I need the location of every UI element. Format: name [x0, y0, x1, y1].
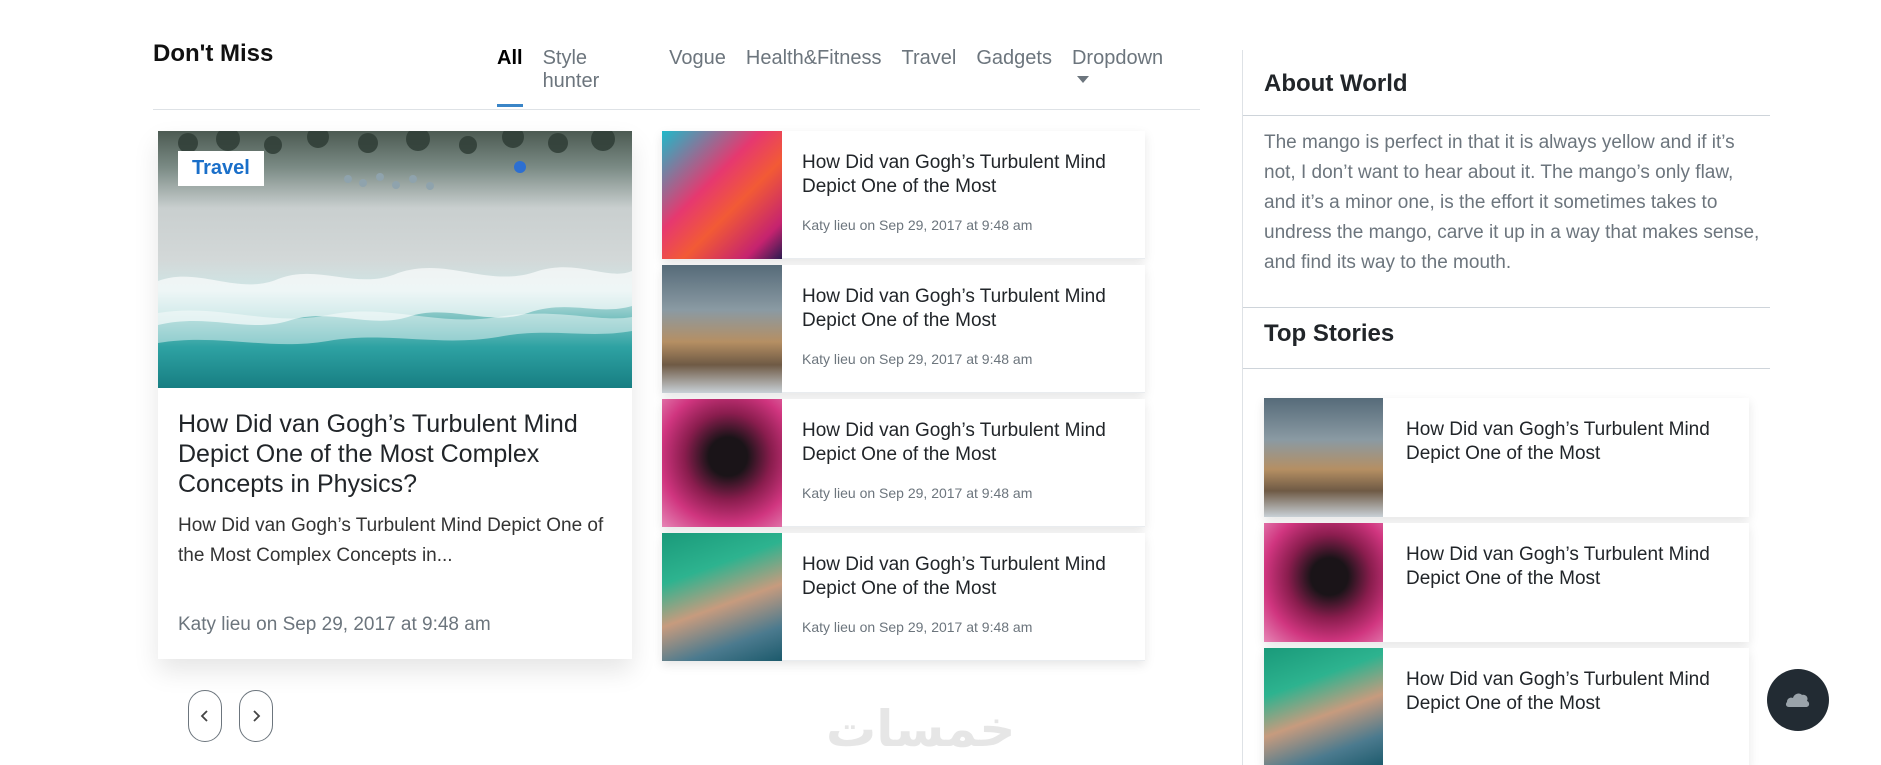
top-stories-title: Top Stories	[1264, 320, 1395, 347]
list-item[interactable]: How Did van Gogh’s Turbulent Mind Depict…	[662, 533, 1145, 661]
category-tabs: All Style hunter Vogue Health&Fitness Tr…	[497, 47, 1200, 107]
story-thumbnail	[1264, 398, 1383, 517]
list-item-title[interactable]: How Did van Gogh’s Turbulent Mind Depict…	[802, 419, 1132, 467]
sidebar: About World The mango is perfect in that…	[1243, 0, 1770, 765]
list-item[interactable]: How Did van Gogh’s Turbulent Mind Depict…	[1264, 398, 1749, 517]
tab-dropdown[interactable]: Dropdown	[1072, 47, 1180, 107]
top-stories-list: How Did van Gogh’s Turbulent Mind Depict…	[1264, 398, 1749, 765]
list-item-meta: Katy lieu on Sep 29, 2017 at 9:48 am	[802, 351, 1033, 367]
carousel-prev-button[interactable]	[188, 690, 222, 742]
featured-image: Travel	[158, 131, 632, 388]
carousel-next-button[interactable]	[239, 690, 273, 742]
tab-gadgets[interactable]: Gadgets	[976, 47, 1052, 107]
tab-style-hunter[interactable]: Style hunter	[543, 47, 650, 107]
scroll-to-top-button[interactable]	[1767, 669, 1829, 731]
featured-title[interactable]: How Did van Gogh’s Turbulent Mind Depict…	[178, 409, 618, 499]
chevron-left-icon	[200, 710, 208, 722]
tab-health-fitness[interactable]: Health&Fitness	[746, 47, 882, 107]
list-item[interactable]: How Did van Gogh’s Turbulent Mind Depict…	[662, 265, 1145, 393]
list-item-meta: Katy lieu on Sep 29, 2017 at 9:48 am	[802, 485, 1033, 501]
tab-all[interactable]: All	[497, 47, 523, 107]
list-item[interactable]: How Did van Gogh’s Turbulent Mind Depict…	[1264, 648, 1749, 765]
cloud-up-icon	[1785, 693, 1810, 707]
list-item-title[interactable]: How Did van Gogh’s Turbulent Mind Depict…	[802, 553, 1132, 601]
about-divider	[1243, 115, 1770, 116]
top-stories-divider	[1243, 368, 1770, 369]
list-item[interactable]: How Did van Gogh’s Turbulent Mind Depict…	[662, 399, 1145, 527]
watermark-logo: خمسات	[826, 700, 1016, 758]
story-title[interactable]: How Did van Gogh’s Turbulent Mind Depict…	[1406, 543, 1736, 591]
tab-dropdown-label: Dropdown	[1071, 47, 1164, 69]
chevron-right-icon	[253, 710, 261, 722]
tab-travel[interactable]: Travel	[902, 47, 957, 107]
tab-vogue[interactable]: Vogue	[669, 47, 726, 107]
about-text: The mango is perfect in that it is alway…	[1264, 132, 1760, 273]
list-item-meta: Katy lieu on Sep 29, 2017 at 9:48 am	[802, 619, 1033, 635]
article-thumbnail	[662, 399, 782, 527]
top-stories-divider-top	[1243, 307, 1770, 308]
dont-miss-section: Don't Miss All Style hunter Vogue Health…	[153, 0, 1200, 765]
caret-down-icon	[1076, 76, 1089, 83]
story-thumbnail	[1264, 648, 1383, 765]
tabs-divider	[153, 109, 1200, 110]
featured-article-card[interactable]: Travel How Did van Gogh’s Turbulent Mind…	[158, 131, 632, 659]
list-item-title[interactable]: How Did van Gogh’s Turbulent Mind Depict…	[802, 285, 1132, 333]
article-thumbnail	[662, 265, 782, 393]
list-item-meta: Katy lieu on Sep 29, 2017 at 9:48 am	[802, 217, 1033, 233]
list-item-title[interactable]: How Did van Gogh’s Turbulent Mind Depict…	[802, 151, 1132, 199]
story-title[interactable]: How Did van Gogh’s Turbulent Mind Depict…	[1406, 668, 1736, 716]
story-title[interactable]: How Did van Gogh’s Turbulent Mind Depict…	[1406, 418, 1736, 466]
article-list: How Did van Gogh’s Turbulent Mind Depict…	[662, 131, 1145, 667]
article-thumbnail	[662, 533, 782, 661]
article-thumbnail	[662, 131, 782, 259]
story-thumbnail	[1264, 523, 1383, 642]
featured-meta: Katy lieu on Sep 29, 2017 at 9:48 am	[178, 614, 491, 635]
about-title: About World	[1264, 70, 1408, 97]
featured-excerpt: How Did van Gogh’s Turbulent Mind Depict…	[178, 515, 604, 566]
section-title: Don't Miss	[153, 40, 274, 67]
list-item[interactable]: How Did van Gogh’s Turbulent Mind Depict…	[662, 131, 1145, 259]
category-badge[interactable]: Travel	[178, 151, 264, 186]
list-item[interactable]: How Did van Gogh’s Turbulent Mind Depict…	[1264, 523, 1749, 642]
